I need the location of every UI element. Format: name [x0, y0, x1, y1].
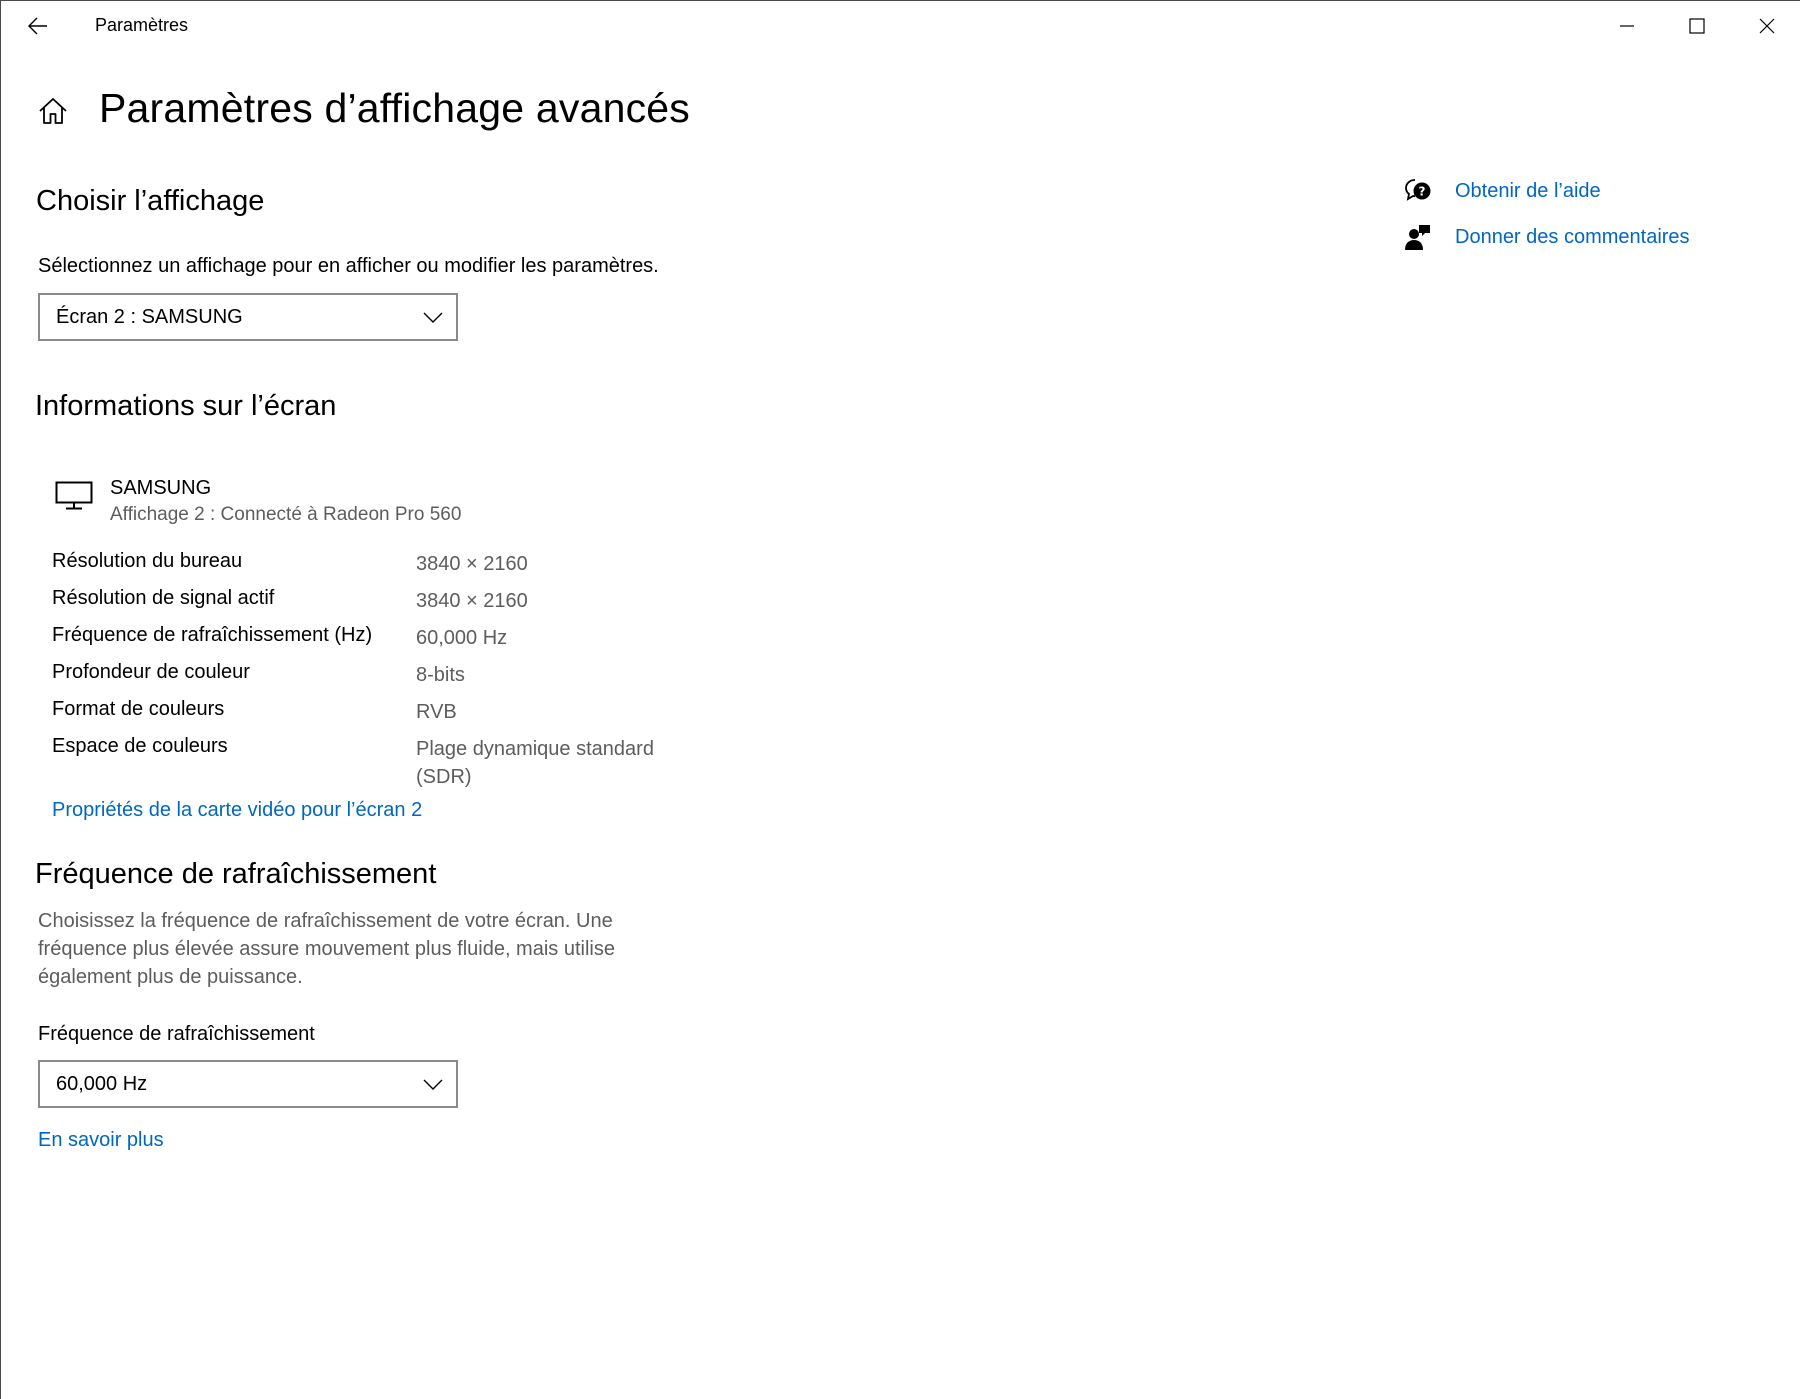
feedback-person-icon: [1403, 222, 1433, 252]
refresh-rate-heading: Fréquence de rafraîchissement: [35, 858, 437, 890]
maximize-icon: [1689, 18, 1705, 34]
home-icon: [39, 98, 67, 124]
minimize-button[interactable]: [1593, 1, 1661, 51]
help-chat-icon: ?: [1403, 176, 1433, 206]
adapter-properties-link[interactable]: Propriétés de la carte vidéo pour l’écra…: [52, 799, 422, 822]
learn-more-link[interactable]: En savoir plus: [38, 1129, 164, 1152]
back-arrow-icon: [28, 17, 47, 35]
info-label: Format de couleurs: [52, 698, 225, 720]
monitor-icon: [55, 481, 93, 510]
minimize-icon: [1620, 25, 1634, 27]
info-label: Profondeur de couleur: [52, 661, 250, 683]
chevron-down-icon: [423, 312, 443, 323]
info-value: 3840 × 2160: [416, 553, 528, 575]
close-icon: [1759, 18, 1775, 34]
info-label: Résolution de signal actif: [52, 587, 275, 609]
chevron-down-icon: [423, 1079, 443, 1090]
info-row: Format de couleurs RVB: [52, 698, 702, 728]
refresh-rate-value: 60,000 Hz: [56, 1072, 148, 1095]
choose-display-description: Sélectionnez un affichage pour en affich…: [38, 255, 659, 277]
page-title: Paramètres d’affichage avancés: [99, 85, 690, 131]
refresh-rate-dropdown[interactable]: 60,000 Hz: [38, 1060, 458, 1108]
info-value: RVB: [416, 701, 457, 723]
monitor-name: SAMSUNG: [110, 477, 212, 499]
back-button[interactable]: [19, 9, 57, 43]
app-title: Paramètres: [95, 15, 189, 35]
info-row: Fréquence de rafraîchissement (Hz) 60,00…: [52, 624, 702, 654]
settings-window: Paramètres Paramètres d’affichage avancé…: [0, 0, 1800, 1399]
display-select-dropdown[interactable]: Écran 2 : SAMSUNG: [38, 293, 458, 341]
info-row: Résolution de signal actif 3840 × 2160: [52, 587, 702, 617]
display-select-value: Écran 2 : SAMSUNG: [56, 305, 243, 328]
get-help-link[interactable]: ? Obtenir de l’aide: [1403, 175, 1601, 207]
refresh-rate-description: Choisissez la fréquence de rafraîchissem…: [38, 910, 615, 988]
home-button[interactable]: [35, 93, 71, 129]
maximize-button[interactable]: [1663, 1, 1731, 51]
get-help-label: Obtenir de l’aide: [1455, 179, 1601, 202]
info-row: Espace de couleurs Plage dynamique stand…: [52, 735, 702, 791]
close-button[interactable]: [1733, 1, 1800, 51]
info-value: 8-bits: [416, 664, 465, 686]
monitor-subtitle: Affichage 2 : Connecté à Radeon Pro 560: [110, 504, 462, 525]
display-info-heading: Informations sur l’écran: [35, 390, 337, 422]
info-label: Fréquence de rafraîchissement (Hz): [52, 624, 373, 646]
svg-text:?: ?: [1419, 185, 1426, 199]
give-feedback-link[interactable]: Donner des commentaires: [1403, 221, 1690, 253]
info-value: 3840 × 2160: [416, 590, 528, 612]
info-row: Résolution du bureau 3840 × 2160: [52, 550, 702, 580]
refresh-rate-field-label: Fréquence de rafraîchissement: [38, 1023, 315, 1045]
info-value: 60,000 Hz: [416, 627, 508, 649]
info-row: Profondeur de couleur 8-bits: [52, 661, 702, 691]
info-value: Plage dynamique standard (SDR): [416, 738, 654, 788]
info-label: Espace de couleurs: [52, 735, 228, 757]
choose-display-heading: Choisir l’affichage: [36, 185, 265, 217]
give-feedback-label: Donner des commentaires: [1455, 225, 1690, 248]
info-label: Résolution du bureau: [52, 550, 243, 572]
title-bar: Paramètres: [1, 1, 1800, 51]
